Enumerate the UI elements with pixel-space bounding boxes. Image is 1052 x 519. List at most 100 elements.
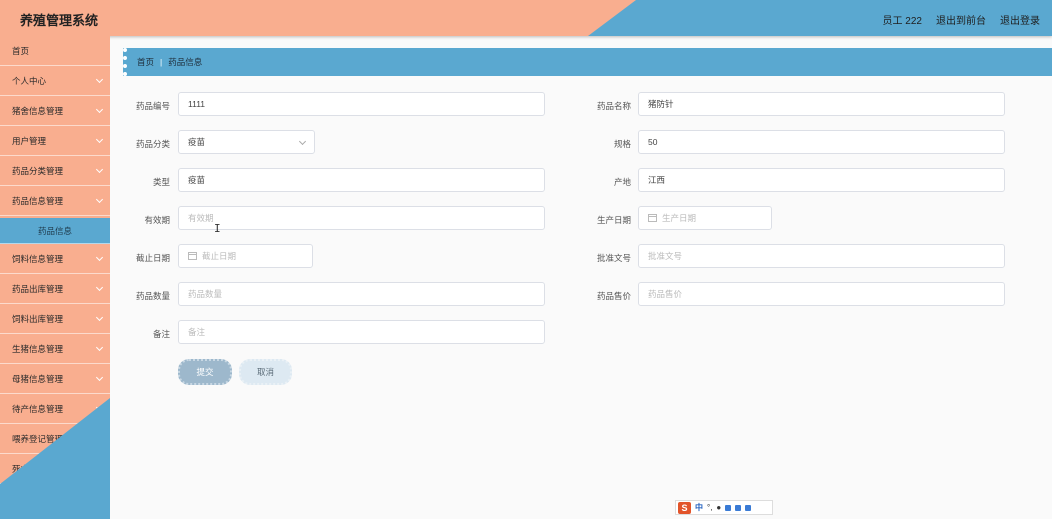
back-to-front-link[interactable]: 退出到前台 [936,12,986,27]
breadcrumb: 首页 | 药品信息 [123,48,1052,76]
sidebar-subitem-drug-info[interactable]: 药品信息 [0,218,110,244]
sidebar-item-label: 个人中心 [12,75,47,86]
breadcrumb-home[interactable]: 首页 [137,56,154,68]
sidebar-item-pregnancy-info[interactable]: 待产信息管理 [0,394,110,424]
chevron-down-icon [95,135,104,144]
price-label: 药品售价 [596,291,631,301]
chevron-down-icon [95,283,104,292]
origin-label: 产地 [613,177,631,187]
top-header: 养殖管理系统 员工 222 退出到前台 退出登录 [0,0,1052,36]
sidebar-item-personal-center[interactable]: 个人中心 [0,66,110,96]
submit-button[interactable]: 提交 [178,359,232,385]
category-value: 疫苗 [188,137,206,147]
sidebar-item-home[interactable]: 首页 [0,36,110,66]
sidebar-item-sow-info[interactable]: 母猪信息管理 [0,364,110,394]
sidebar: 首页 个人中心 猪舍信息管理 用户管理 药品分类管理 药品信息管理 药品信息 饲… [0,36,110,519]
approval-field[interactable]: 批准文号 [638,244,1005,268]
skin-icon[interactable] [735,504,742,511]
logout-link[interactable]: 退出登录 [1000,12,1040,27]
sidebar-item-label: 饲料出库管理 [12,313,64,324]
sidebar-item-label: 待产信息管理 [12,403,64,414]
type-label: 类型 [152,177,170,187]
spec-value: 50 [648,137,658,147]
sidebar-item-label: 出售信息管理 [12,493,64,504]
user-label: 员工 222 [882,16,922,27]
name-field[interactable]: 猪防针 [638,92,1005,116]
chevron-down-icon [95,493,104,502]
spec-field[interactable]: 50 [638,130,1005,154]
sidebar-item-drug-category[interactable]: 药品分类管理 [0,156,110,186]
sidebar-item-label: 母猪信息管理 [12,373,64,384]
sidebar-item-label: 猪舍信息管理 [12,105,64,116]
validity-placeholder: 有效期 [188,213,214,223]
chevron-down-icon [95,433,104,442]
ime-mode[interactable]: 中 [695,502,703,513]
chevron-down-icon [95,253,104,262]
sidebar-item-death-log[interactable]: 死亡登记管理 [0,454,110,484]
sidebar-item-label: 首页 [12,45,30,56]
calendar-icon [188,252,197,260]
sidebar-item-drug-info[interactable]: 药品信息管理 [0,186,110,216]
sidebar-item-sales-info[interactable]: 出售信息管理 [0,484,110,514]
sogou-logo-icon: S [678,501,691,514]
quantity-label: 药品数量 [135,291,170,301]
chevron-down-icon [95,195,104,204]
chevron-down-icon [298,137,307,146]
validity-field[interactable]: 有效期 [178,206,545,230]
breadcrumb-separator: | [160,57,163,67]
punctuation-icon[interactable]: °, [707,503,712,512]
app-title: 养殖管理系统 [20,13,99,28]
expiry-date-picker[interactable]: 截止日期 [178,244,313,268]
sidebar-item-label: 用户管理 [12,135,47,146]
chevron-down-icon [95,343,104,352]
cancel-label: 取消 [256,367,274,377]
category-label: 药品分类 [135,139,170,149]
code-label: 药品编号 [135,101,170,111]
production-date-picker[interactable]: 生产日期 [638,206,772,230]
code-value: 1111 [188,99,206,109]
sidebar-item-hog-info[interactable]: 生猪信息管理 [0,334,110,364]
chevron-down-icon [95,403,104,412]
chevron-down-icon [95,313,104,322]
keyboard-icon[interactable] [725,504,732,511]
production-date-label: 生产日期 [596,215,631,225]
toolbox-icon[interactable] [745,504,752,511]
sidebar-item-drug-outbound[interactable]: 药品出库管理 [0,274,110,304]
sidebar-item-pigsty[interactable]: 猪舍信息管理 [0,96,110,126]
type-field[interactable]: 疫苗 [178,168,545,192]
expiry-placeholder: 截止日期 [202,251,237,261]
sidebar-item-feed-outbound[interactable]: 饲料出库管理 [0,304,110,334]
approval-label: 批准文号 [596,253,631,263]
header-actions: 员工 222 退出到前台 退出登录 [883,12,1040,27]
calendar-icon [648,214,657,222]
sidebar-item-feeding-log[interactable]: 喂养登记管理 [0,424,110,454]
validity-label: 有效期 [144,215,170,225]
ime-toolbar[interactable]: S 中 °, ● [675,500,773,515]
chevron-down-icon [95,373,104,382]
sidebar-item-label: 生猪信息管理 [12,343,64,354]
origin-field[interactable]: 江西 [638,168,1005,192]
price-placeholder: 药品售价 [648,289,683,299]
code-field[interactable]: 1111 [178,92,545,116]
chevron-down-icon [95,165,104,174]
breadcrumb-current: 药品信息 [168,57,203,67]
sidebar-item-users[interactable]: 用户管理 [0,126,110,156]
quantity-field[interactable]: 药品数量 [178,282,545,306]
cancel-button[interactable]: 取消 [239,359,292,385]
chevron-down-icon [95,463,104,472]
sidebar-item-label: 药品出库管理 [12,283,64,294]
price-field[interactable]: 药品售价 [638,282,1005,306]
remark-field[interactable]: 备注 [178,320,545,344]
chevron-down-icon [95,105,104,114]
sidebar-item-feed-info[interactable]: 饲料信息管理 [0,244,110,274]
production-date-placeholder: 生产日期 [662,213,697,223]
sidebar-item-label: 药品信息 [37,225,72,236]
submit-label: 提交 [196,367,214,377]
category-select[interactable]: 疫苗 [178,130,315,154]
sidebar-item-label: 饲料信息管理 [12,253,64,264]
spec-label: 规格 [613,139,631,149]
microphone-icon[interactable]: ● [716,503,721,512]
name-value: 猪防针 [648,99,674,109]
chevron-down-icon [95,75,104,84]
type-value: 疫苗 [188,175,206,185]
